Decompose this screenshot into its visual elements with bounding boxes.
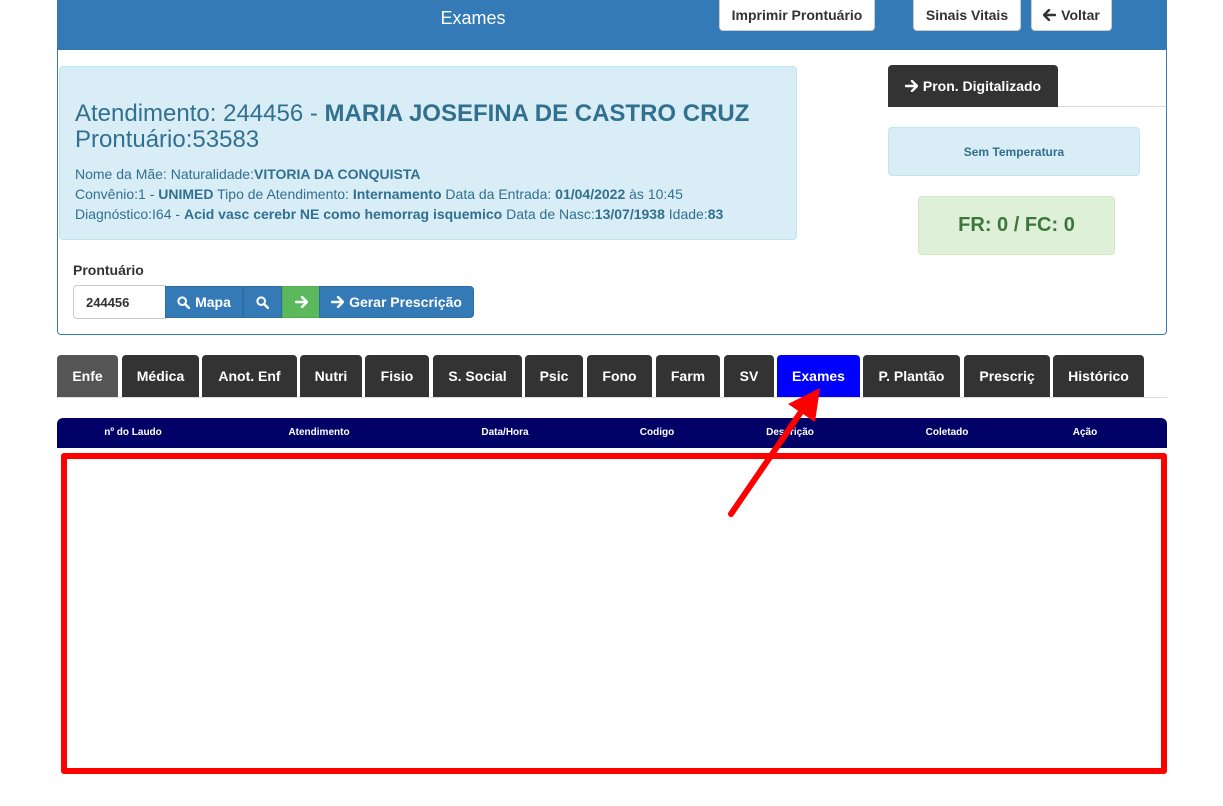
tab-farm[interactable]: Farm bbox=[656, 355, 720, 397]
care-type: Internamento bbox=[352, 186, 442, 202]
record-field-label: Prontuário bbox=[73, 262, 144, 278]
arrow-right-icon bbox=[294, 296, 308, 308]
birthplace: VITORIA DA CONQUISTA bbox=[254, 166, 421, 182]
panel-heading: Exames Imprimir Prontuário Sinais Vitais… bbox=[58, 0, 1166, 50]
diagnosis-line: Diagnóstico:I64 - Acid vasc cerebr NE co… bbox=[75, 206, 723, 222]
care-type-label: Tipo de Atendimento: bbox=[213, 186, 353, 202]
print-record-button[interactable]: Imprimir Prontuário bbox=[719, 0, 875, 31]
tab-enfe[interactable]: Enfe bbox=[57, 355, 118, 397]
age-label: Idade: bbox=[664, 206, 708, 222]
patient-panel: Exames Imprimir Prontuário Sinais Vitais… bbox=[57, 0, 1167, 335]
back-label: Voltar bbox=[1061, 7, 1100, 23]
search-button[interactable] bbox=[243, 286, 282, 318]
map-button[interactable]: Mapa bbox=[165, 286, 243, 318]
arrow-right-icon bbox=[904, 80, 918, 92]
column-header[interactable]: Data/Hora bbox=[481, 427, 528, 438]
birth-date-label: Data de Nasc: bbox=[502, 206, 595, 222]
patient-name: MARIA JOSEFINA DE CASTRO CRUZ bbox=[324, 100, 750, 127]
arrow-left-icon bbox=[1043, 9, 1057, 21]
diagnosis-label: Diagnóstico:I64 - bbox=[75, 206, 184, 222]
mother-birthplace-line: Nome da Mãe: Naturalidade:VITORIA DA CON… bbox=[75, 166, 420, 182]
tab-p-plantao[interactable]: P. Plantão bbox=[863, 355, 960, 397]
arrow-right-icon bbox=[331, 296, 345, 308]
column-header[interactable]: Ação bbox=[1073, 427, 1097, 438]
tab-medica[interactable]: Médica bbox=[122, 355, 199, 397]
insurance-line: Convênio:1 - UNIMED Tipo de Atendimento:… bbox=[75, 186, 683, 202]
search-icon bbox=[177, 295, 191, 309]
column-header[interactable]: Coletado bbox=[926, 427, 969, 438]
print-record-label: Imprimir Prontuário bbox=[731, 7, 863, 23]
birth-date: 13/07/1938 bbox=[594, 206, 665, 222]
tab-prescric[interactable]: Prescriç bbox=[964, 355, 1050, 397]
back-button[interactable]: Voltar bbox=[1031, 0, 1112, 31]
highlight-box bbox=[61, 453, 1167, 774]
attendance-heading: Atendimento: 244456 - MARIA JOSEFINA DE … bbox=[75, 101, 749, 153]
column-header[interactable]: Atendimento bbox=[288, 427, 349, 438]
respiratory-heart-rate: FR: 0 / FC: 0 bbox=[918, 196, 1115, 255]
record-tabs: Enfe Médica Anot. Enf Nutri Fisio S. Soc… bbox=[57, 355, 1167, 398]
record-input[interactable] bbox=[73, 285, 166, 319]
diagnosis: Acid vasc cerebr NE como hemorrag isquem… bbox=[183, 206, 503, 222]
age: 83 bbox=[707, 206, 724, 222]
generate-prescription-button[interactable]: Gerar Prescrição bbox=[319, 286, 474, 318]
entry-time: às 10:45 bbox=[625, 186, 683, 202]
go-button[interactable] bbox=[282, 286, 320, 318]
entry-date: 01/04/2022 bbox=[555, 186, 626, 202]
temperature-status: Sem Temperatura bbox=[888, 127, 1140, 176]
tab-s-social[interactable]: S. Social bbox=[433, 355, 522, 397]
tab-sv[interactable]: SV bbox=[724, 355, 774, 397]
tab-fono[interactable]: Fono bbox=[587, 355, 652, 397]
entry-date-label: Data da Entrada: bbox=[441, 186, 556, 202]
exams-table-header: nº do Laudo Atendimento Data/Hora Codigo… bbox=[57, 418, 1167, 448]
record-number: Prontuário:53583 bbox=[75, 126, 260, 153]
insurance-name: UNIMED bbox=[158, 186, 214, 202]
digitized-record-button[interactable]: Pron. Digitalizado bbox=[888, 65, 1058, 107]
column-header[interactable]: Codigo bbox=[640, 427, 674, 438]
tab-psic[interactable]: Psic bbox=[525, 355, 583, 397]
map-label: Mapa bbox=[195, 294, 231, 310]
tab-historico[interactable]: Histórico bbox=[1053, 355, 1144, 397]
mother-label: Nome da Mãe: Naturalidade: bbox=[75, 166, 254, 182]
column-header[interactable]: nº do Laudo bbox=[104, 427, 162, 438]
vital-signs-button[interactable]: Sinais Vitais bbox=[913, 0, 1021, 31]
generate-prescription-label: Gerar Prescrição bbox=[349, 294, 462, 310]
vital-signs-label: Sinais Vitais bbox=[925, 7, 1009, 23]
column-header[interactable]: Descrição bbox=[766, 427, 814, 438]
insurance-label: Convênio:1 - bbox=[75, 186, 159, 202]
tab-anot-enf[interactable]: Anot. Enf bbox=[202, 355, 297, 397]
divider bbox=[1058, 106, 1166, 107]
attendance-number: Atendimento: 244456 - bbox=[75, 100, 325, 127]
tab-exames[interactable]: Exames bbox=[777, 355, 860, 397]
tab-fisio[interactable]: Fisio bbox=[365, 355, 429, 397]
digitized-record-label: Pron. Digitalizado bbox=[922, 78, 1042, 94]
search-icon bbox=[256, 295, 269, 309]
tab-nutri[interactable]: Nutri bbox=[300, 355, 362, 397]
patient-info-box: Atendimento: 244456 - MARIA JOSEFINA DE … bbox=[59, 66, 797, 240]
